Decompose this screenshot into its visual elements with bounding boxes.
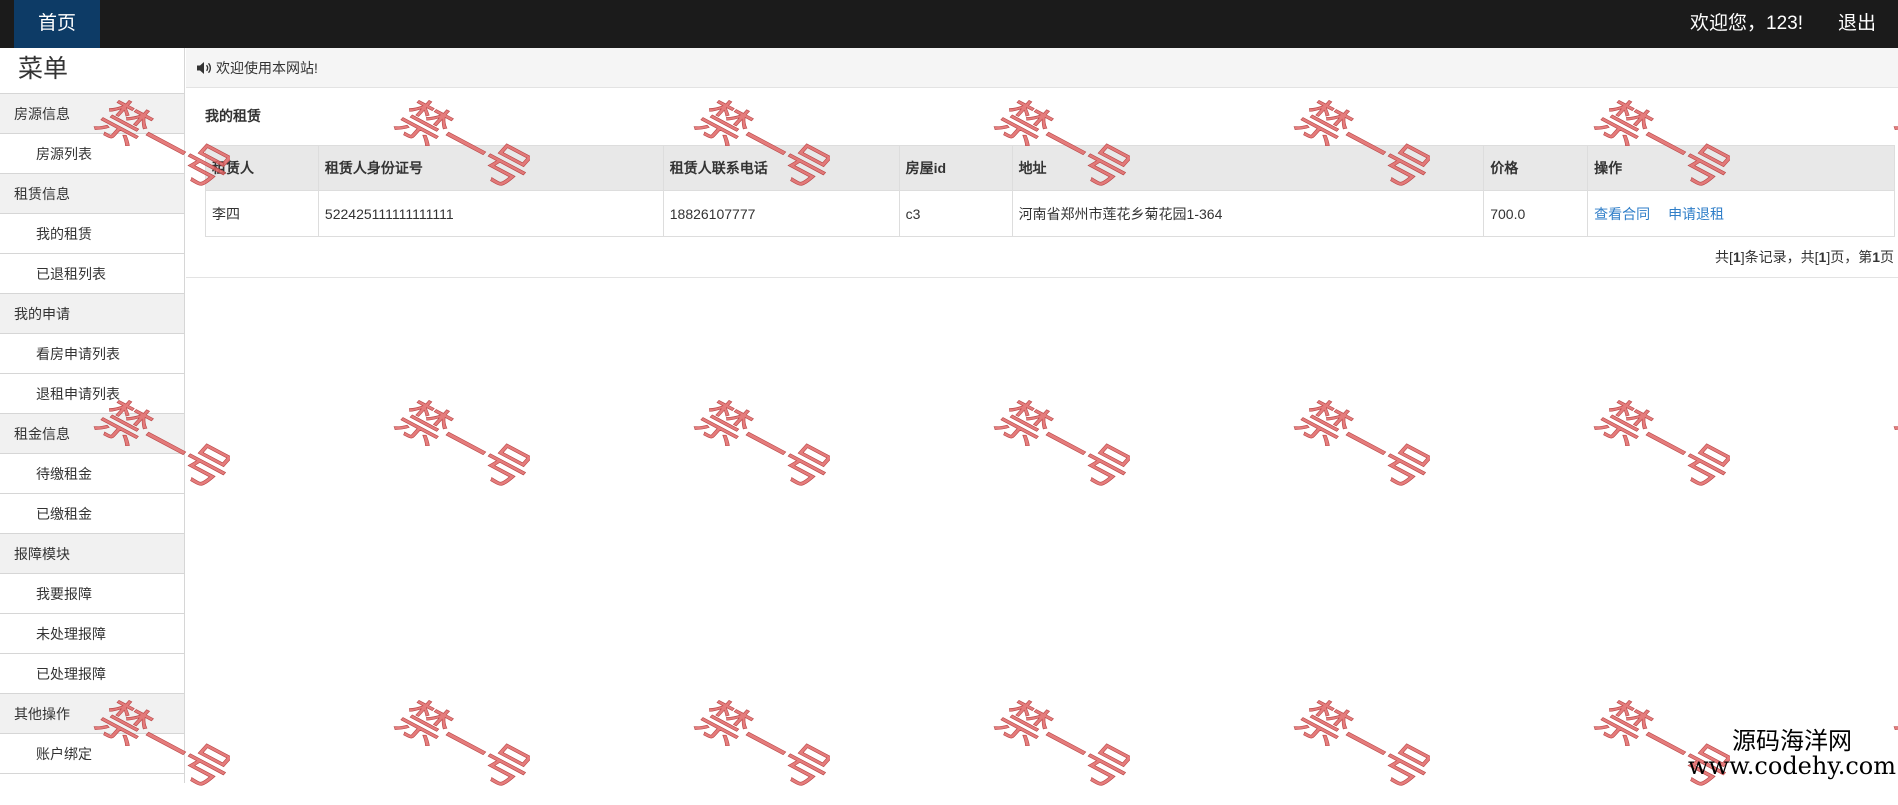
column-header: 租赁人身份证号 — [318, 146, 663, 191]
notice-text: 欢迎使用本网站! — [216, 60, 318, 76]
sidebar-title: 菜单 — [0, 48, 184, 94]
cell-price: 700.0 — [1484, 191, 1588, 237]
nav-home-link[interactable]: 首页 — [14, 0, 100, 48]
pagination-suffix: 页 — [1880, 249, 1894, 265]
svg-text:禁一号: 禁一号 — [1587, 395, 1730, 500]
menu-group-applications: 我的申请 — [0, 294, 184, 334]
menu-item-rent-due[interactable]: 待缴租金 — [0, 454, 184, 494]
total-records: 1 — [1733, 249, 1741, 265]
section-title: 我的租赁 — [205, 106, 261, 126]
pagination-info: 共[1]条记录，共[1]页，第1页 — [1715, 247, 1894, 267]
column-header: 租赁人 — [206, 146, 319, 191]
top-navbar: 首页 欢迎您，123! 退出 — [0, 0, 1898, 48]
svg-text:禁一号: 禁一号 — [987, 695, 1130, 800]
corner-watermark: 源码海洋网 www.codehy.com — [1688, 729, 1896, 779]
svg-text:禁一号: 禁一号 — [1287, 695, 1430, 800]
menu-item-report-issue[interactable]: 我要报障 — [0, 574, 184, 614]
watermark-stamp: 禁一号 — [1580, 395, 1730, 505]
watermark-stamp: 禁一号 — [680, 395, 830, 505]
pagination-mid2: ]页，第 — [1826, 249, 1872, 265]
welcome-text: 欢迎您，123! — [1690, 0, 1803, 48]
current-page: 1 — [1872, 249, 1880, 265]
speaker-icon — [196, 61, 212, 75]
corner-watermark-url: www.codehy.com — [1688, 754, 1896, 779]
column-header: 地址 — [1012, 146, 1484, 191]
notice-bar: 欢迎使用本网站! — [186, 48, 1898, 88]
pagination-prefix: 共[ — [1715, 249, 1733, 265]
watermark-stamp: 禁一号 — [1280, 695, 1430, 805]
table-row: 李四 522425111111111111 18826107777 c3 河南省… — [206, 191, 1895, 237]
column-header: 租赁人联系电话 — [663, 146, 899, 191]
svg-text:禁一号: 禁一号 — [687, 395, 830, 500]
menu-group-listings: 房源信息 — [0, 94, 184, 134]
menu-group-other: 其他操作 — [0, 694, 184, 734]
watermark-stamp: 禁一号 — [980, 395, 1130, 505]
menu-item-viewing-applications[interactable]: 看房申请列表 — [0, 334, 184, 374]
pagination-mid1: ]条记录，共[ — [1741, 249, 1819, 265]
menu-item-rent-paid[interactable]: 已缴租金 — [0, 494, 184, 534]
cell-phone: 18826107777 — [663, 191, 899, 237]
menu-group-lease: 租赁信息 — [0, 174, 184, 214]
watermark-stamp: 禁一号 — [380, 695, 530, 805]
svg-text:禁一号: 禁一号 — [387, 695, 530, 800]
svg-text:禁一号: 禁一号 — [987, 395, 1130, 500]
column-header: 操作 — [1588, 146, 1895, 191]
watermark-stamp: 禁一号 — [980, 695, 1130, 805]
cell-actions: 查看合同 申请退租 — [1588, 191, 1895, 237]
menu-item-processed-issues[interactable]: 已处理报障 — [0, 654, 184, 694]
column-header: 房屋id — [899, 146, 1012, 191]
menu-group-rent: 租金信息 — [0, 414, 184, 454]
menu-item-terminated-leases[interactable]: 已退租列表 — [0, 254, 184, 294]
cell-id-number: 522425111111111111 — [318, 191, 663, 237]
svg-text:禁一号: 禁一号 — [687, 695, 830, 800]
menu-item-termination-applications[interactable]: 退租申请列表 — [0, 374, 184, 414]
watermark-stamp: 禁一号 — [680, 695, 830, 805]
svg-text:禁一号: 禁一号 — [1887, 395, 1898, 500]
menu-item-my-lease[interactable]: 我的租赁 — [0, 214, 184, 254]
cell-address: 河南省郑州市莲花乡菊花园1-364 — [1012, 191, 1484, 237]
svg-text:禁一号: 禁一号 — [1287, 395, 1430, 500]
sidebar-menu: 菜单 房源信息 房源列表 租赁信息 我的租赁 已退租列表 我的申请 看房申请列表… — [0, 48, 185, 783]
logout-link[interactable]: 退出 — [1838, 0, 1876, 48]
watermark-stamp: 禁一号 — [1880, 395, 1898, 505]
cell-tenant: 李四 — [206, 191, 319, 237]
table-header-row: 租赁人 租赁人身份证号 租赁人联系电话 房屋id 地址 价格 操作 — [206, 146, 1895, 191]
corner-watermark-title: 源码海洋网 — [1688, 729, 1896, 754]
menu-item-unprocessed-issues[interactable]: 未处理报障 — [0, 614, 184, 654]
menu-group-repairs: 报障模块 — [0, 534, 184, 574]
lease-table: 租赁人 租赁人身份证号 租赁人联系电话 房屋id 地址 价格 操作 李四 522… — [205, 145, 1895, 237]
watermark-stamp: 禁一号 — [380, 395, 530, 505]
view-contract-link[interactable]: 查看合同 — [1594, 206, 1650, 222]
menu-item-listing-list[interactable]: 房源列表 — [0, 134, 184, 174]
request-termination-link[interactable]: 申请退租 — [1668, 206, 1724, 222]
watermark-stamp: 禁一号 — [1280, 395, 1430, 505]
cell-house-id: c3 — [899, 191, 1012, 237]
content-divider — [186, 277, 1898, 278]
svg-text:禁一号: 禁一号 — [387, 395, 530, 500]
menu-item-account-binding[interactable]: 账户绑定 — [0, 734, 184, 774]
column-header: 价格 — [1484, 146, 1588, 191]
